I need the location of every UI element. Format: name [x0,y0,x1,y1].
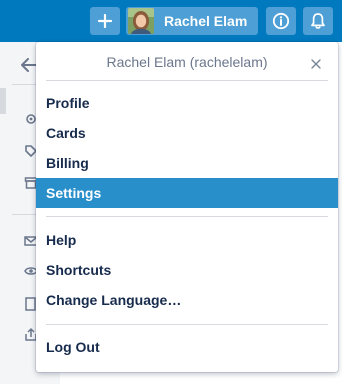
menu-divider [46,216,328,217]
plus-icon [98,14,112,28]
menu-item-profile[interactable]: Profile [36,88,338,118]
user-menu-button[interactable]: Rachel Elam [126,7,258,35]
menu-divider [46,80,328,81]
avatar [128,8,154,34]
close-icon [311,59,321,69]
add-button[interactable] [90,7,120,35]
bell-icon [311,13,325,29]
menu-divider [46,324,328,325]
menu-item-cards[interactable]: Cards [36,118,338,148]
account-menu: Rachel Elam (rachelelam) Profile Cards B… [36,42,338,372]
close-button[interactable] [304,52,328,76]
info-icon [272,12,290,30]
info-button[interactable] [266,7,296,35]
menu-item-change-language[interactable]: Change Language… [36,285,338,315]
menu-item-shortcuts[interactable]: Shortcuts [36,255,338,285]
menu-item-log-out[interactable]: Log Out [36,332,338,362]
sidebar-strip [0,88,6,114]
menu-item-settings[interactable]: Settings [36,178,338,208]
user-name: Rachel Elam [164,13,248,29]
notifications-button[interactable] [303,7,333,35]
menu-item-help[interactable]: Help [36,225,338,255]
menu-title: Rachel Elam (rachelelam) [106,54,268,70]
menu-item-billing[interactable]: Billing [36,148,338,178]
header-bar: Rachel Elam [0,0,342,42]
